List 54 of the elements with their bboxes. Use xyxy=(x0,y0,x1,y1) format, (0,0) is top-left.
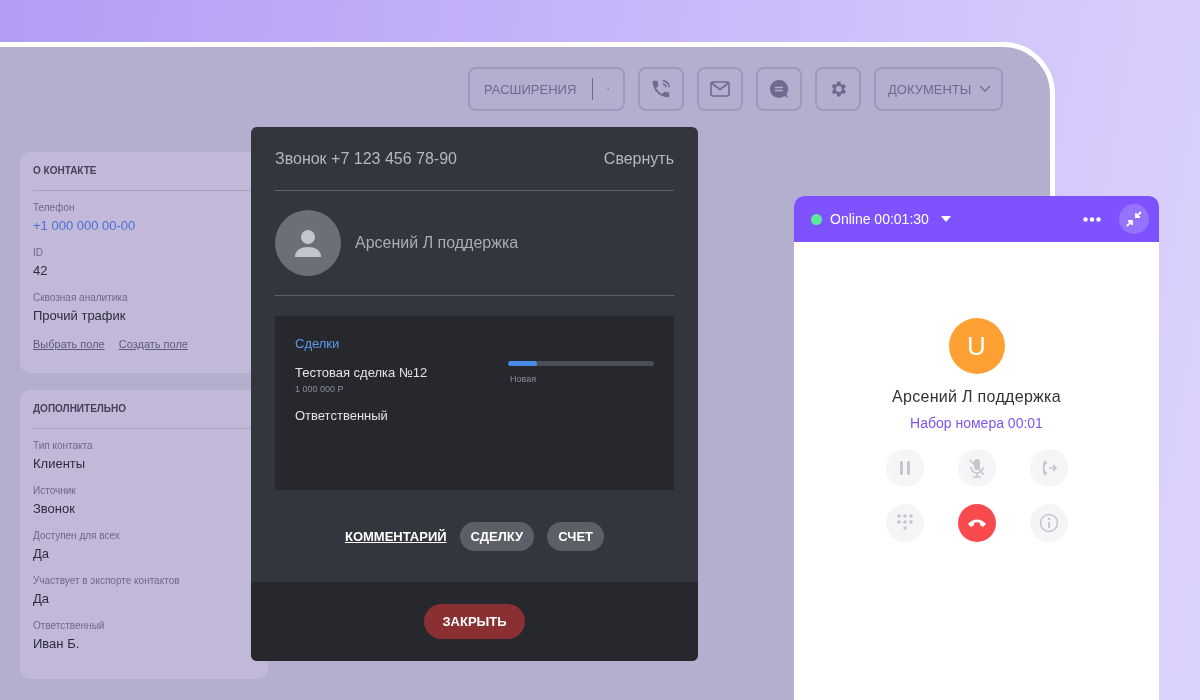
field-label: ID xyxy=(33,246,44,260)
settings-icon[interactable] xyxy=(815,67,861,111)
contact-name: Арсений Л поддержка xyxy=(355,234,519,252)
transfer-button[interactable] xyxy=(1029,449,1068,487)
phone-icon[interactable] xyxy=(638,67,684,111)
field-link[interactable]: Создать поле xyxy=(118,338,188,350)
status-text[interactable]: Online 00:01:30 xyxy=(830,211,929,227)
info-button[interactable] xyxy=(1029,504,1068,542)
hang-up-icon xyxy=(966,518,987,528)
keypad-button[interactable] xyxy=(885,504,924,542)
minimize-button[interactable] xyxy=(1119,204,1149,234)
chevron-icon xyxy=(979,85,991,93)
pause-icon xyxy=(898,460,911,476)
field-value: Иван Б. xyxy=(33,635,81,653)
field-label: Телефон xyxy=(33,201,76,215)
responsible-label: Ответственный xyxy=(295,408,389,423)
field-value: Да xyxy=(33,545,51,563)
info-icon xyxy=(1038,513,1059,533)
muted-microphone-icon xyxy=(967,458,986,478)
call-title: Звонок +7 123 456 78-90 xyxy=(275,149,457,168)
field-label: Ответственный xyxy=(33,619,106,633)
deal-name[interactable]: Тестовая сделка №12 xyxy=(295,365,428,380)
field-label: Источник xyxy=(33,484,77,498)
deal-amount: 1 000 000 Р xyxy=(295,384,345,394)
collapse-link[interactable]: Свернуть xyxy=(603,149,674,168)
mail-icon[interactable] xyxy=(697,67,743,111)
arrows-inward-icon xyxy=(1126,211,1142,227)
field-value: Клиенты xyxy=(33,455,87,473)
keypad-icon xyxy=(895,513,914,533)
field-link[interactable]: Выбрать поле xyxy=(33,338,105,350)
card-title: О КОНТАКТЕ xyxy=(33,165,98,177)
field-value: Прочий трафик xyxy=(33,307,127,325)
field-value: Да xyxy=(33,590,51,608)
chat-icon[interactable] xyxy=(756,67,802,111)
field-label: Доступен для всех xyxy=(33,529,121,543)
card-title: ДОПОЛНИТЕЛЬНО xyxy=(33,403,128,415)
field-value: 42 xyxy=(33,262,49,280)
field-label: Тип контакта xyxy=(33,439,94,453)
call-status: Набор номера 00:01 xyxy=(910,415,1043,431)
add-button[interactable]: СЧЕТ xyxy=(547,521,605,551)
mute-button[interactable] xyxy=(957,449,996,487)
comment-link[interactable]: КОММЕНТАРИЙ xyxy=(344,528,447,544)
stage-label: Новая xyxy=(510,374,538,384)
more-icon[interactable] xyxy=(1083,216,1101,222)
close-button[interactable]: ЗАКРЫТЬ xyxy=(424,604,525,639)
contact-name: Арсений Л поддержка xyxy=(892,388,1061,406)
field-label: Сквозная аналитика xyxy=(33,291,129,305)
hang-up-button[interactable] xyxy=(957,504,996,542)
field-value: Звонок xyxy=(33,500,76,518)
pause-button[interactable] xyxy=(885,449,924,487)
field-label: Участвует в экспорте контактов xyxy=(33,574,181,588)
deals-title[interactable]: Сделки xyxy=(295,336,654,351)
avatar: U xyxy=(948,318,1005,374)
add-button[interactable]: СДЕЛКУ xyxy=(459,521,535,551)
